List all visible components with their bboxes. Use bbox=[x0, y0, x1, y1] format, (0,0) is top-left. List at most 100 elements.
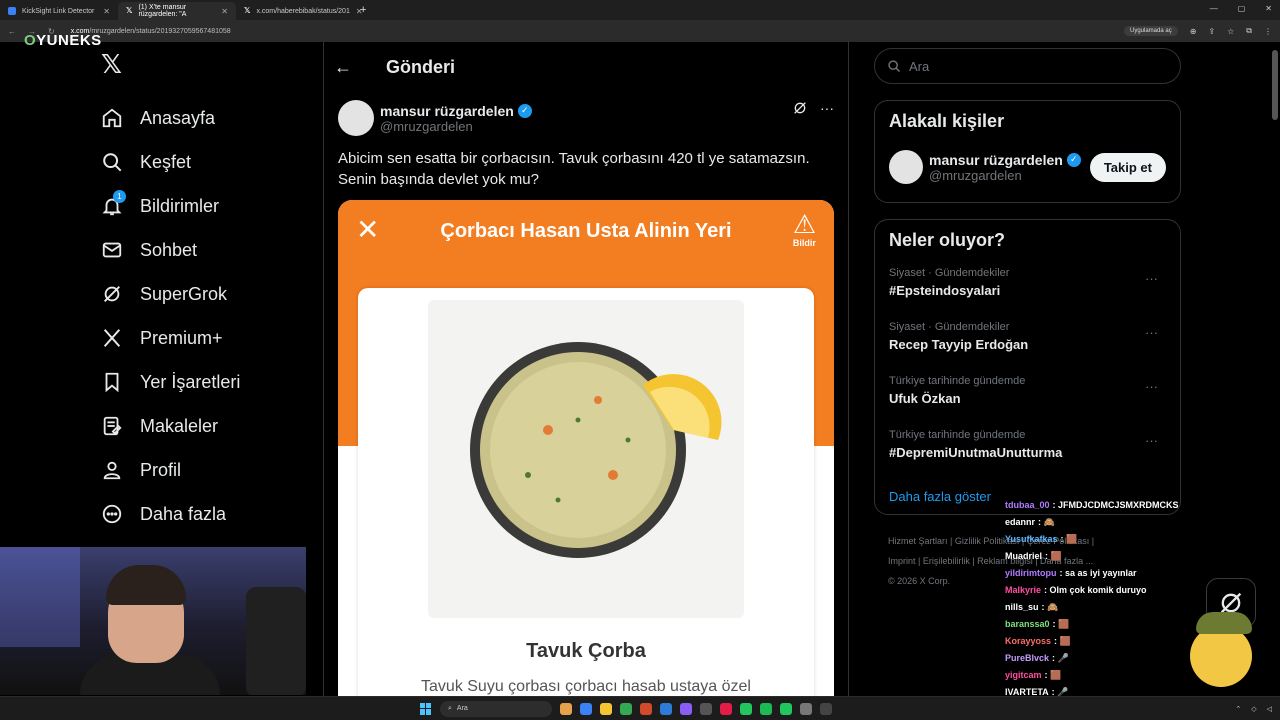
minimize-icon[interactable]: — bbox=[1210, 4, 1218, 13]
app-icon[interactable] bbox=[720, 702, 732, 715]
nav-item-articles[interactable]: Makaleler bbox=[98, 404, 318, 448]
chat-username[interactable]: PureBlvck bbox=[1005, 653, 1049, 663]
new-tab-icon[interactable]: + bbox=[360, 4, 366, 16]
chat-text: 🟫 bbox=[1058, 619, 1070, 629]
left-navigation: 𝕏 Anasayfa Keşfet 1 Bildirimler Sohbet S… bbox=[98, 50, 318, 536]
network-icon[interactable]: ◇ bbox=[1251, 705, 1256, 713]
trend-item[interactable]: Siyaset · Gündemdekiler #Epsteindosyalar… bbox=[889, 261, 1166, 315]
person-names: mansur rüzgardelen ✓ @mruzgardelen bbox=[929, 152, 1081, 183]
app-icon[interactable] bbox=[800, 702, 812, 715]
taskbar-search-placeholder: Ara bbox=[456, 705, 468, 712]
grok-explain-icon[interactable] bbox=[792, 100, 808, 119]
search-input[interactable]: Ara bbox=[874, 48, 1181, 84]
webcam-overlay bbox=[0, 547, 306, 695]
extensions-icon[interactable]: ⧉ bbox=[1246, 26, 1252, 36]
nav-label: Premium+ bbox=[140, 327, 223, 348]
bookmark-star-icon[interactable]: ☆ bbox=[1227, 27, 1234, 36]
chat-username[interactable]: Muadriel bbox=[1005, 551, 1042, 561]
avatar[interactable] bbox=[889, 150, 923, 184]
close-tab-icon[interactable]: ✕ bbox=[103, 7, 110, 16]
related-people: Alakalı kişiler mansur rüzgardelen ✓ @mru… bbox=[874, 100, 1181, 203]
more-options-icon[interactable]: ··· bbox=[1145, 271, 1158, 286]
app-icon[interactable] bbox=[660, 702, 672, 715]
nav-label: Yer İşaretleri bbox=[140, 371, 241, 392]
share-icon[interactable]: ⇪ bbox=[1208, 27, 1215, 36]
trend-item[interactable]: Siyaset · Gündemdekiler Recep Tayyip Erd… bbox=[889, 315, 1166, 369]
verified-badge-icon: ✓ bbox=[517, 103, 532, 118]
trend-name: #Epsteindosyalari bbox=[889, 283, 1001, 298]
nav-item-premium[interactable]: Premium+ bbox=[98, 316, 318, 360]
chat-username[interactable]: Korayyoss bbox=[1005, 636, 1051, 646]
close-tab-icon[interactable]: ✕ bbox=[221, 7, 228, 16]
chat-username[interactable]: Yusufkafkas bbox=[1005, 534, 1058, 544]
chat-username[interactable]: edannr bbox=[1005, 517, 1035, 527]
app-icon[interactable] bbox=[580, 702, 592, 715]
nav-label: Keşfet bbox=[140, 151, 192, 172]
trend-item[interactable]: Türkiye tarihinde gündemde Ufuk Özkan ··… bbox=[889, 369, 1166, 423]
chat-text: 🟫 bbox=[1050, 670, 1062, 680]
nav-label: Profil bbox=[140, 459, 182, 480]
more-options-icon[interactable]: ··· bbox=[1145, 379, 1158, 394]
app-icon[interactable] bbox=[700, 702, 712, 715]
more-options-icon[interactable]: ··· bbox=[820, 100, 834, 119]
related-person[interactable]: mansur rüzgardelen ✓ @mruzgardelen Takip … bbox=[889, 142, 1166, 192]
emote-mascot bbox=[1190, 625, 1252, 687]
nav-item-more[interactable]: Daha fazla bbox=[98, 492, 318, 536]
display-name[interactable]: mansur rüzgardelen ✓ bbox=[380, 103, 532, 119]
open-in-app-button[interactable]: Uygulamada aç bbox=[1124, 26, 1178, 36]
browser-tab-2[interactable]: 𝕏 (1) X'te mansur rüzgardelen: "A ✕ bbox=[118, 2, 236, 20]
app-icon[interactable] bbox=[560, 702, 572, 715]
mail-icon bbox=[98, 236, 126, 264]
chat-username[interactable]: yigitcam bbox=[1005, 670, 1042, 680]
more-options-icon[interactable]: ··· bbox=[1145, 433, 1158, 448]
zoom-icon[interactable]: ⊕ bbox=[1190, 27, 1197, 36]
trend-name: #DepremiUnutmaUnutturma bbox=[889, 445, 1063, 460]
scrollbar[interactable] bbox=[1272, 50, 1278, 120]
spotify-icon[interactable] bbox=[760, 702, 772, 715]
post-author: mansur rüzgardelen ✓ @mruzgardelen bbox=[338, 98, 848, 138]
browser-menu-icon[interactable]: ⋮ bbox=[1264, 27, 1272, 36]
close-window-icon[interactable]: ✕ bbox=[1265, 4, 1272, 13]
taskbar-search[interactable]: ⌕ Ara bbox=[440, 700, 552, 717]
nav-item-home[interactable]: Anasayfa bbox=[98, 96, 318, 140]
nav-item-explore[interactable]: Keşfet bbox=[98, 140, 318, 184]
chat-message: baranssa0: 🟫 bbox=[1005, 619, 1215, 636]
app-icon[interactable] bbox=[640, 702, 652, 715]
more-options-icon[interactable]: ··· bbox=[1145, 325, 1158, 340]
chevron-up-icon[interactable]: ⌃ bbox=[1235, 705, 1241, 713]
app-icon[interactable] bbox=[780, 702, 792, 715]
browser-tab-1[interactable]: KickSight Link Detector ✕ bbox=[0, 2, 118, 20]
nav-item-messages[interactable]: Sohbet bbox=[98, 228, 318, 272]
nav-item-bookmarks[interactable]: Yer İşaretleri bbox=[98, 360, 318, 404]
chat-username[interactable]: nills_su bbox=[1005, 602, 1039, 612]
post-media[interactable]: ✕ Çorbacı Hasan Usta Alinin Yeri ⚠ Bildi… bbox=[338, 200, 834, 720]
browser-tab-3[interactable]: 𝕏 x.com/haberebibak/status/201 ✕ bbox=[236, 2, 363, 20]
volume-icon[interactable]: ◁ bbox=[1267, 705, 1272, 713]
chat-username[interactable]: tdubaa_00 bbox=[1005, 500, 1050, 510]
trend-item[interactable]: Türkiye tarihinde gündemde #DepremiUnutm… bbox=[889, 423, 1166, 477]
chat-username[interactable]: baranssa0 bbox=[1005, 619, 1050, 629]
maximize-icon[interactable]: ▢ bbox=[1238, 4, 1246, 13]
back-browser-icon[interactable]: ← bbox=[8, 27, 16, 36]
chrome-icon[interactable] bbox=[620, 702, 632, 715]
chat-message: Korayyoss: 🟫 bbox=[1005, 636, 1215, 653]
folder-icon[interactable] bbox=[600, 702, 612, 715]
chat-text: sa as iyi yayınlar bbox=[1065, 568, 1137, 578]
follow-button[interactable]: Takip et bbox=[1089, 152, 1166, 182]
chat-message: tdubaa_00: JFMDJCDMCJSMXRDMCKS bbox=[1005, 500, 1215, 517]
app-icon[interactable] bbox=[820, 702, 832, 715]
app-icon[interactable] bbox=[680, 702, 692, 715]
chat-message: Muadriel: 🟫 bbox=[1005, 551, 1215, 568]
nav-item-profile[interactable]: Profil bbox=[98, 448, 318, 492]
avatar[interactable] bbox=[338, 100, 374, 136]
nav-item-notifications[interactable]: 1 Bildirimler bbox=[98, 184, 318, 228]
nav-item-supergrok[interactable]: SuperGrok bbox=[98, 272, 318, 316]
app-icon[interactable] bbox=[740, 702, 752, 715]
chat-username[interactable]: Malkyrie bbox=[1005, 585, 1041, 595]
back-arrow-icon[interactable]: ← bbox=[334, 57, 378, 78]
chat-username[interactable]: yildirimtopu bbox=[1005, 568, 1057, 578]
x-logo-icon[interactable]: 𝕏 bbox=[101, 50, 318, 80]
windows-start-icon[interactable] bbox=[420, 702, 432, 715]
trend-category: Siyaset · Gündemdekiler bbox=[889, 321, 1010, 333]
user-handle[interactable]: @mruzgardelen bbox=[380, 119, 532, 134]
